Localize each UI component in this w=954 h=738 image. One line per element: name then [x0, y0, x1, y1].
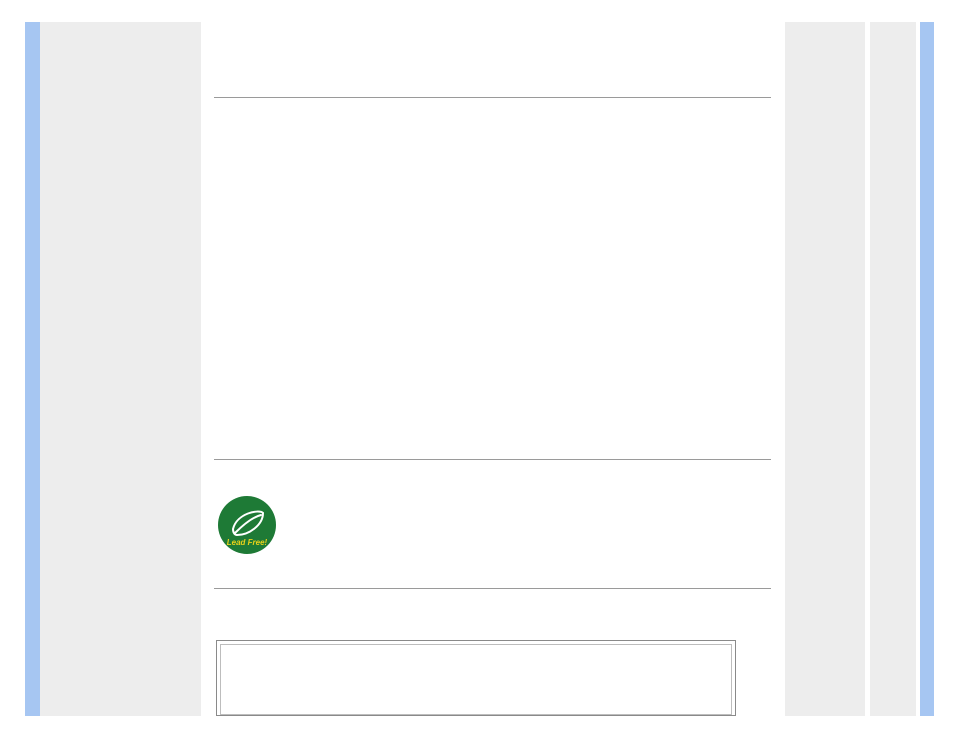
- content-frame: [216, 640, 736, 716]
- divider: [214, 97, 771, 98]
- page-viewport: Lead Free!: [0, 0, 954, 738]
- lead-free-badge-label: Lead Free!: [227, 538, 268, 547]
- leaf-icon: Lead Free!: [217, 495, 277, 555]
- sidebar-right-secondary: [870, 22, 916, 716]
- outer-border-left: [25, 22, 40, 716]
- sidebar-right-primary: [785, 22, 865, 716]
- divider: [214, 588, 771, 589]
- main-content: [201, 22, 785, 716]
- lead-free-badge: Lead Free!: [217, 495, 277, 555]
- content-frame-inner: [220, 644, 732, 715]
- sidebar-left: [40, 22, 201, 716]
- divider: [214, 459, 771, 460]
- outer-border-right: [920, 22, 934, 716]
